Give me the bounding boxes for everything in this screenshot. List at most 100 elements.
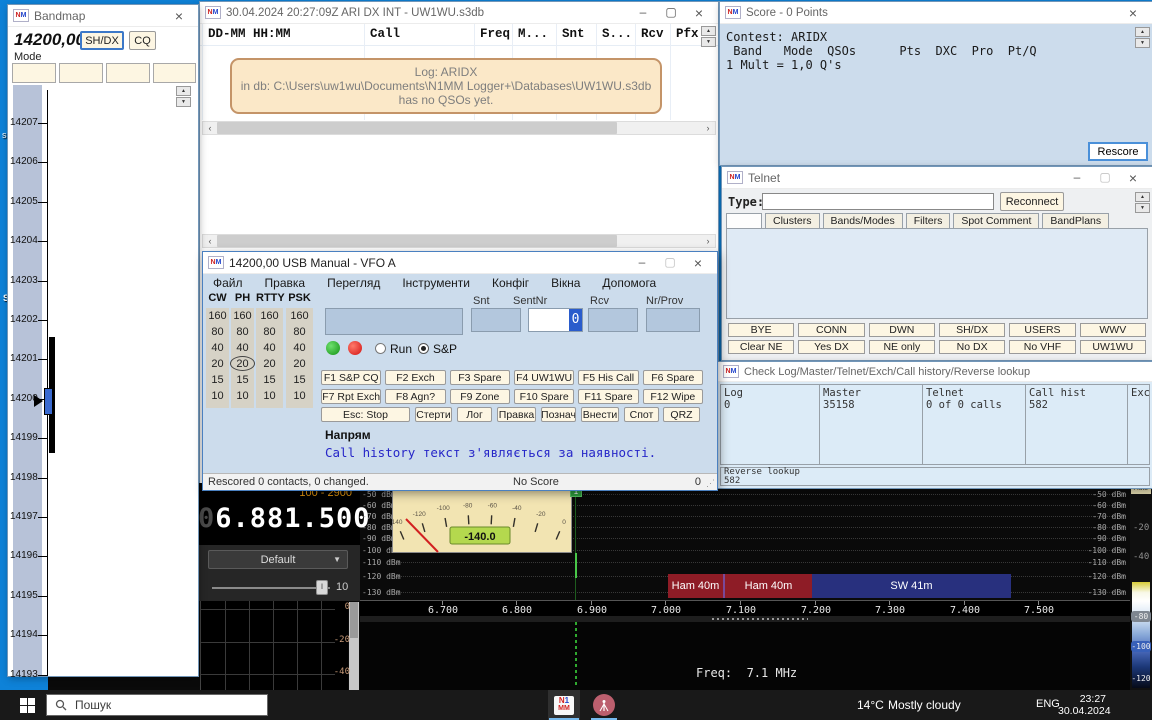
scroll-thumb[interactable] (217, 235, 617, 247)
close-icon[interactable]: × (685, 5, 713, 21)
telnet-tab[interactable]: BandPlans (1042, 213, 1109, 228)
band-button[interactable]: 160 (286, 310, 313, 322)
telnet-command-button[interactable]: Clear NE (728, 340, 794, 354)
rcv-input[interactable] (588, 308, 638, 332)
score-titlebar[interactable]: NM Score - 0 Points × (720, 2, 1152, 24)
close-icon[interactable]: × (165, 8, 193, 24)
scroll-thumb[interactable] (217, 122, 617, 134)
telnet-command-button[interactable]: WWV (1080, 323, 1146, 337)
reconnect-button[interactable]: Reconnect (1000, 192, 1064, 211)
band-button[interactable]: 20 (286, 358, 313, 370)
spin-down-icon[interactable]: ▼ (176, 97, 191, 107)
telnet-tab[interactable]: Bands/Modes (823, 213, 903, 228)
menu-item[interactable]: Перегляд (327, 276, 380, 292)
band-button[interactable]: 40 (286, 342, 313, 354)
log-column-header[interactable]: Freq (480, 27, 510, 41)
telnet-command-button[interactable]: No DX (939, 340, 1005, 354)
weather-temp[interactable]: 14°C (857, 698, 884, 712)
scroll-right-icon[interactable]: › (701, 236, 715, 246)
snt-input[interactable] (471, 308, 521, 332)
function-key-button[interactable]: F7 Rpt Exch (321, 389, 381, 404)
function-key-button[interactable]: F12 Wipe (643, 389, 703, 404)
function-key-button[interactable]: F3 Spare (450, 370, 510, 385)
close-icon[interactable]: × (1119, 5, 1147, 21)
mode-box[interactable] (59, 63, 103, 83)
band-button[interactable]: 15 (286, 374, 313, 386)
sentnr-input[interactable]: 0 (528, 308, 583, 332)
weather-condition[interactable]: Mostly cloudy (888, 698, 961, 712)
band-button[interactable]: 20 (206, 358, 229, 370)
start-button[interactable] (10, 690, 44, 720)
telnet-tab[interactable]: Clusters (765, 213, 820, 228)
minimize-icon[interactable]: – (629, 5, 657, 21)
log-spinner[interactable]: ▲▼ (701, 26, 716, 47)
close-icon[interactable]: × (1119, 170, 1147, 186)
close-icon[interactable]: × (684, 255, 712, 271)
menu-item[interactable]: Конфіг (492, 276, 529, 292)
function-key-button[interactable]: F2 Exch (385, 370, 445, 385)
log-column-header[interactable]: Pfx (676, 27, 699, 41)
maximize-icon[interactable]: ▢ (656, 255, 684, 271)
band-button[interactable]: 10 (286, 390, 313, 402)
telnet-command-button[interactable]: UW1WU (1080, 340, 1146, 354)
band-button[interactable]: 160 (231, 310, 254, 322)
check-titlebar[interactable]: NM Check Log/Master/Telnet/Exch/Call his… (718, 362, 1152, 382)
action-button[interactable]: Esc: Stop (321, 407, 410, 422)
telnet-command-button[interactable]: No VHF (1009, 340, 1075, 354)
menu-item[interactable]: Файл (213, 276, 243, 292)
scroll-thumb[interactable] (350, 602, 358, 638)
rescore-button[interactable]: Rescore (1088, 142, 1148, 161)
band-plan-bar[interactable]: SW 41m (812, 574, 1011, 598)
action-button[interactable]: Стерти (415, 407, 452, 422)
splitter-handle-dots[interactable] (712, 618, 808, 620)
spin-up-icon[interactable]: ▲ (176, 86, 191, 96)
telnet-command-button[interactable]: SH/DX (939, 323, 1005, 337)
telnet-command-button[interactable]: USERS (1009, 323, 1075, 337)
menu-item[interactable]: Вікна (551, 276, 580, 292)
sdr-left-scrollbar[interactable] (349, 602, 359, 690)
log-hscrollbar-2[interactable]: ‹ › (202, 234, 716, 248)
entry-titlebar[interactable]: NM 14200,00 USB Manual - VFO A – ▢ × (203, 252, 717, 274)
bandmap-titlebar[interactable]: NM Bandmap × (8, 5, 198, 27)
function-key-button[interactable]: F6 Spare (643, 370, 703, 385)
telnet-tab-blank[interactable] (726, 213, 762, 228)
score-spinner[interactable]: ▲▼ (1135, 27, 1150, 48)
bandmap-spinner[interactable]: ▲▼ (176, 86, 191, 107)
sdr-frequency-display[interactable]: 06.881.500 (198, 503, 371, 534)
log-column-header[interactable]: Call (370, 27, 400, 41)
spin-up-icon[interactable]: ▲ (701, 26, 716, 36)
bandmap-current-marker[interactable] (44, 388, 53, 415)
telnet-tab[interactable]: Filters (906, 213, 951, 228)
telnet-spinner[interactable]: ▲▼ (1135, 192, 1150, 213)
volume-slider[interactable] (212, 587, 330, 589)
function-key-button[interactable]: F5 His Call (578, 370, 638, 385)
n1mm-taskbar-button[interactable]: N1MM (548, 690, 580, 720)
scroll-left-icon[interactable]: ‹ (203, 123, 217, 133)
band-button[interactable]: 80 (206, 326, 229, 338)
band-button[interactable]: 15 (256, 374, 283, 386)
telnet-titlebar[interactable]: NM Telnet – ▢ × (722, 167, 1152, 189)
action-button[interactable]: Внести (581, 407, 619, 422)
band-button[interactable]: 15 (231, 374, 254, 386)
run-radio[interactable] (375, 343, 386, 354)
spin-down-icon[interactable]: ▼ (1135, 38, 1150, 48)
function-key-button[interactable]: F10 Spare (514, 389, 574, 404)
waterfall[interactable]: Freq: 7.1 MHz (360, 622, 1130, 690)
resize-grip-icon[interactable]: ⋰ (706, 478, 715, 489)
sp-radio[interactable] (418, 343, 429, 354)
band-button[interactable]: 40 (206, 342, 229, 354)
function-key-button[interactable]: F1 S&P CQ (321, 370, 381, 385)
band-button[interactable]: 160 (256, 310, 283, 322)
band-button[interactable]: 80 (231, 326, 254, 338)
minimize-icon[interactable]: – (1063, 170, 1091, 186)
telnet-command-button[interactable]: Yes DX (798, 340, 864, 354)
band-button[interactable]: 10 (206, 390, 229, 402)
search-box[interactable]: Пошук (46, 694, 268, 716)
telnet-tab[interactable]: Spot Comment (953, 213, 1039, 228)
function-key-button[interactable]: F11 Spare (578, 389, 638, 404)
band-button[interactable]: 160 (206, 310, 229, 322)
slider-handle[interactable]: ‖ (316, 580, 328, 595)
nrprov-input[interactable] (646, 308, 700, 332)
preset-dropdown[interactable]: Default ▼ (208, 550, 348, 569)
telnet-command-button[interactable]: DWN (869, 323, 935, 337)
